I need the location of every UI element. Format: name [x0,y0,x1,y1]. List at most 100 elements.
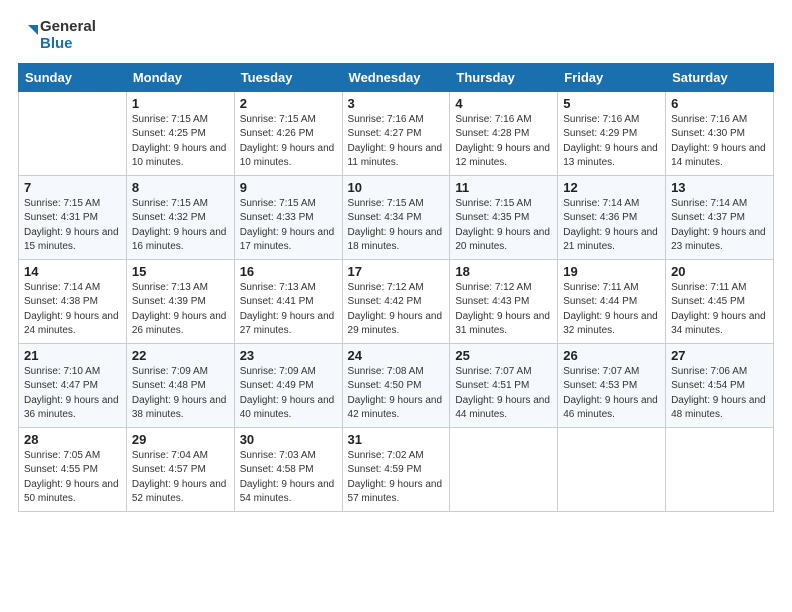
day-info: Sunrise: 7:04 AM Sunset: 4:57 PM Dayligh… [132,449,229,507]
calendar-week-row: 28 Sunrise: 7:05 AM Sunset: 4:55 PM Dayli… [19,427,774,511]
calendar-cell: 19Sunrise: 7:11 AM Sunset: 4:44 PM Dayli… [558,259,666,343]
day-number: 16 [240,264,337,279]
weekday-header-monday: Monday [126,63,234,91]
calendar-week-row: 14 Sunrise: 7:14 AM Sunset: 4:38 PM Dayli… [19,259,774,343]
day-info: Sunrise: 7:12 AM Sunset: 4:43 PM Dayligh… [455,281,552,339]
day-info: Sunrise: 7:05 AM Sunset: 4:55 PM Dayligh… [24,449,121,507]
calendar-cell: 12 Sunrise: 7:14 AM Sunset: 4:36 PM Dayli… [558,175,666,259]
calendar-week-row: 7 Sunrise: 7:15 AM Sunset: 4:31 PM Daylig… [19,175,774,259]
day-number: 26 [563,348,660,363]
day-number: 22 [132,348,229,363]
day-number: 24 [348,348,445,363]
logo-svg: General Blue [18,18,96,53]
day-number: 14 [24,264,121,279]
day-info: Sunrise: 7:15 AM Sunset: 4:25 PM Dayligh… [132,113,229,171]
day-number: 12 [563,180,660,195]
day-info: Sunrise: 7:12 AM Sunset: 4:42 PM Dayligh… [348,281,445,339]
day-info: Sunrise: 7:03 AM Sunset: 4:58 PM Dayligh… [240,449,337,507]
calendar-week-row: 1 Sunrise: 7:15 AM Sunset: 4:25 PM Daylig… [19,91,774,175]
calendar-cell: 29 Sunrise: 7:04 AM Sunset: 4:57 PM Dayli… [126,427,234,511]
calendar-cell: 25 Sunrise: 7:07 AM Sunset: 4:51 PM Dayli… [450,343,558,427]
day-number: 17 [348,264,445,279]
calendar-cell: 22Sunrise: 7:09 AM Sunset: 4:48 PM Dayli… [126,343,234,427]
day-number: 19 [563,264,660,279]
calendar-week-row: 21Sunrise: 7:10 AM Sunset: 4:47 PM Dayli… [19,343,774,427]
calendar-cell: 2 Sunrise: 7:15 AM Sunset: 4:26 PM Daylig… [234,91,342,175]
day-number: 29 [132,432,229,447]
calendar-cell: 26 Sunrise: 7:07 AM Sunset: 4:53 PM Dayli… [558,343,666,427]
day-info: Sunrise: 7:07 AM Sunset: 4:51 PM Dayligh… [455,365,552,423]
day-number: 9 [240,180,337,195]
calendar-cell: 20 Sunrise: 7:11 AM Sunset: 4:45 PM Dayli… [666,259,774,343]
weekday-header-sunday: Sunday [19,63,127,91]
day-info: Sunrise: 7:15 AM Sunset: 4:31 PM Dayligh… [24,197,121,255]
calendar-cell: 27Sunrise: 7:06 AM Sunset: 4:54 PM Dayli… [666,343,774,427]
weekday-header-thursday: Thursday [450,63,558,91]
day-number: 6 [671,96,768,111]
day-info: Sunrise: 7:10 AM Sunset: 4:47 PM Dayligh… [24,365,121,423]
calendar-cell [558,427,666,511]
calendar-cell [19,91,127,175]
calendar-cell: 3 Sunrise: 7:16 AM Sunset: 4:27 PM Daylig… [342,91,450,175]
weekday-header-saturday: Saturday [666,63,774,91]
day-info: Sunrise: 7:13 AM Sunset: 4:39 PM Dayligh… [132,281,229,339]
day-info: Sunrise: 7:11 AM Sunset: 4:45 PM Dayligh… [671,281,768,339]
day-number: 10 [348,180,445,195]
header: General Blue [18,18,774,53]
day-number: 30 [240,432,337,447]
calendar-cell: 17 Sunrise: 7:12 AM Sunset: 4:42 PM Dayli… [342,259,450,343]
day-info: Sunrise: 7:13 AM Sunset: 4:41 PM Dayligh… [240,281,337,339]
day-info: Sunrise: 7:14 AM Sunset: 4:38 PM Dayligh… [24,281,121,339]
day-number: 1 [132,96,229,111]
day-number: 15 [132,264,229,279]
day-info: Sunrise: 7:15 AM Sunset: 4:34 PM Dayligh… [348,197,445,255]
day-number: 20 [671,264,768,279]
day-info: Sunrise: 7:16 AM Sunset: 4:30 PM Dayligh… [671,113,768,171]
calendar-cell: 24 Sunrise: 7:08 AM Sunset: 4:50 PM Dayli… [342,343,450,427]
calendar-cell: 23Sunrise: 7:09 AM Sunset: 4:49 PM Dayli… [234,343,342,427]
calendar-cell: 10 Sunrise: 7:15 AM Sunset: 4:34 PM Dayli… [342,175,450,259]
day-number: 3 [348,96,445,111]
logo-text-blue: Blue [40,35,96,52]
calendar-cell [450,427,558,511]
calendar-cell [666,427,774,511]
weekday-header-row: SundayMondayTuesdayWednesdayThursdayFrid… [19,63,774,91]
day-number: 7 [24,180,121,195]
day-number: 11 [455,180,552,195]
calendar-cell: 1 Sunrise: 7:15 AM Sunset: 4:25 PM Daylig… [126,91,234,175]
day-info: Sunrise: 7:07 AM Sunset: 4:53 PM Dayligh… [563,365,660,423]
calendar-cell: 16 Sunrise: 7:13 AM Sunset: 4:41 PM Dayli… [234,259,342,343]
calendar-cell: 9 Sunrise: 7:15 AM Sunset: 4:33 PM Daylig… [234,175,342,259]
calendar-cell: 4Sunrise: 7:16 AM Sunset: 4:28 PM Daylig… [450,91,558,175]
calendar-cell: 8Sunrise: 7:15 AM Sunset: 4:32 PM Daylig… [126,175,234,259]
calendar-cell: 6 Sunrise: 7:16 AM Sunset: 4:30 PM Daylig… [666,91,774,175]
logo-bird-icon [18,21,38,49]
calendar-cell: 28 Sunrise: 7:05 AM Sunset: 4:55 PM Dayli… [19,427,127,511]
day-number: 13 [671,180,768,195]
day-info: Sunrise: 7:15 AM Sunset: 4:26 PM Dayligh… [240,113,337,171]
weekday-header-tuesday: Tuesday [234,63,342,91]
weekday-header-friday: Friday [558,63,666,91]
day-number: 31 [348,432,445,447]
day-number: 28 [24,432,121,447]
calendar-cell: 31Sunrise: 7:02 AM Sunset: 4:59 PM Dayli… [342,427,450,511]
day-info: Sunrise: 7:16 AM Sunset: 4:27 PM Dayligh… [348,113,445,171]
day-info: Sunrise: 7:15 AM Sunset: 4:32 PM Dayligh… [132,197,229,255]
day-info: Sunrise: 7:14 AM Sunset: 4:36 PM Dayligh… [563,197,660,255]
calendar-cell: 30 Sunrise: 7:03 AM Sunset: 4:58 PM Dayli… [234,427,342,511]
weekday-header-wednesday: Wednesday [342,63,450,91]
calendar-cell: 21Sunrise: 7:10 AM Sunset: 4:47 PM Dayli… [19,343,127,427]
calendar-cell: 18 Sunrise: 7:12 AM Sunset: 4:43 PM Dayli… [450,259,558,343]
day-number: 18 [455,264,552,279]
logo: General Blue [18,18,96,53]
day-number: 27 [671,348,768,363]
day-info: Sunrise: 7:16 AM Sunset: 4:29 PM Dayligh… [563,113,660,171]
day-number: 25 [455,348,552,363]
day-number: 2 [240,96,337,111]
calendar-cell: 14 Sunrise: 7:14 AM Sunset: 4:38 PM Dayli… [19,259,127,343]
page: General Blue SundayMondayTuesdayWednesda… [0,0,792,612]
day-number: 23 [240,348,337,363]
day-info: Sunrise: 7:08 AM Sunset: 4:50 PM Dayligh… [348,365,445,423]
logo-text-general: General [40,18,96,35]
day-info: Sunrise: 7:15 AM Sunset: 4:33 PM Dayligh… [240,197,337,255]
